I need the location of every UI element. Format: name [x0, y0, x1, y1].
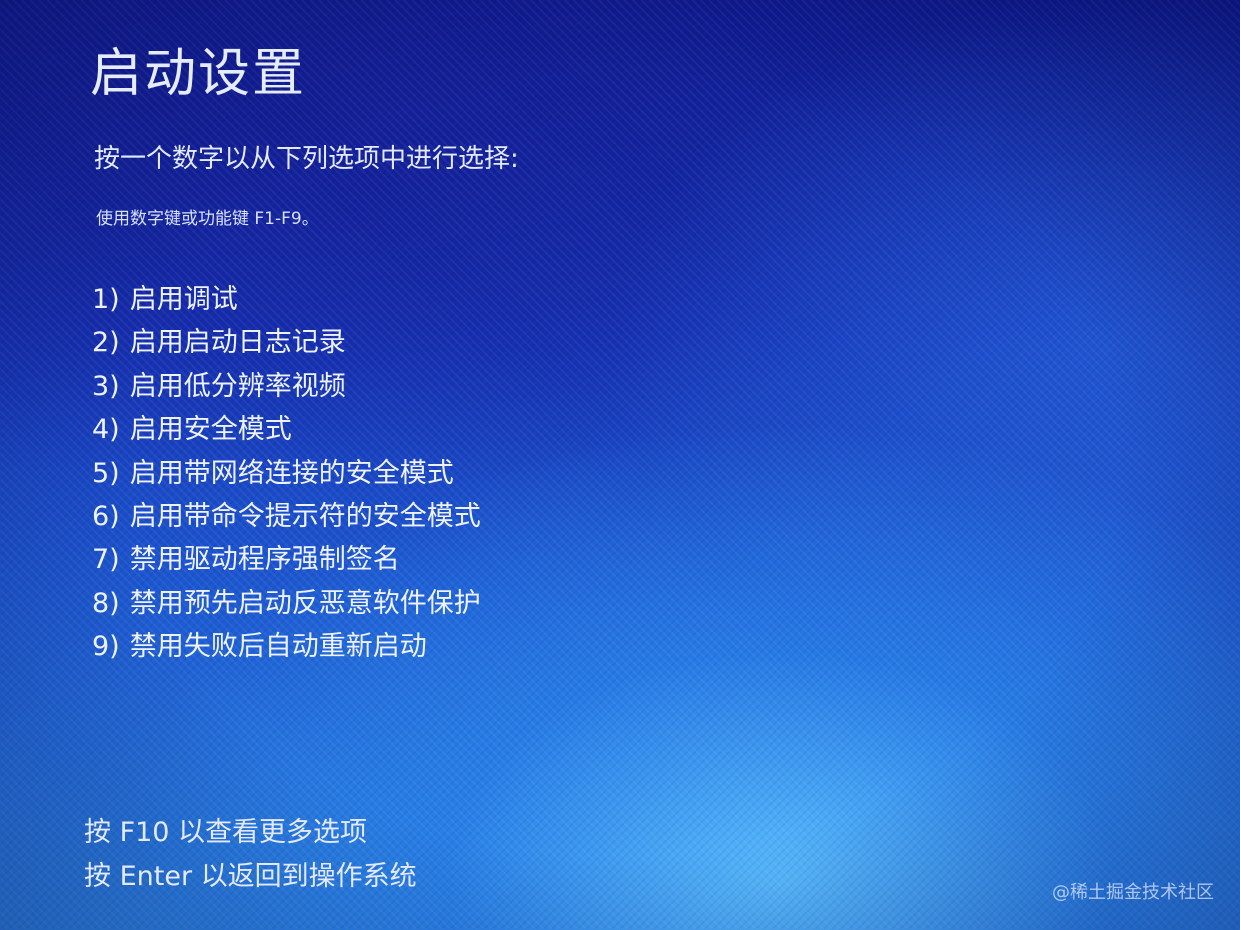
option-enable-safe-mode[interactable]: 4) 启用安全模式: [92, 408, 481, 451]
option-safe-mode-networking[interactable]: 5) 启用带网络连接的安全模式: [92, 452, 481, 495]
option-label: 启用低分辨率视频: [129, 370, 346, 402]
boot-settings-screen: { "title": "启动设置", "prompt": "按一个数字以从下列选…: [0, 0, 1240, 930]
option-disable-early-antimalware[interactable]: 8) 禁用预先启动反恶意软件保护: [92, 582, 481, 625]
more-options-instruction[interactable]: 按 F10 以查看更多选项: [84, 811, 417, 855]
option-label: 禁用失败后自动重新启动: [129, 631, 427, 663]
option-number: 8): [92, 587, 120, 619]
return-to-os-instruction[interactable]: 按 Enter 以返回到操作系统: [84, 855, 417, 899]
keyboard-hint: 使用数字键或功能键 F1-F9。: [96, 209, 319, 229]
option-number: 9): [92, 631, 120, 663]
option-label: 启用带命令提示符的安全模式: [129, 501, 481, 533]
option-number: 2): [92, 327, 120, 359]
option-number: 6): [92, 501, 120, 533]
option-number: 5): [92, 457, 120, 489]
option-safe-mode-command-prompt[interactable]: 6) 启用带命令提示符的安全模式: [92, 495, 481, 538]
watermark: @稀土掘金技术社区: [1052, 882, 1214, 903]
option-enable-boot-logging[interactable]: 2) 启用启动日志记录: [92, 321, 481, 364]
option-label: 启用安全模式: [129, 414, 292, 446]
option-label: 启用启动日志记录: [129, 327, 346, 359]
selection-prompt: 按一个数字以从下列选项中进行选择:: [94, 144, 519, 174]
option-label: 禁用预先启动反恶意软件保护: [129, 587, 481, 619]
option-number: 3): [92, 370, 120, 402]
option-number: 7): [92, 544, 120, 576]
option-enable-debugging[interactable]: 1) 启用调试: [92, 278, 481, 321]
option-enable-low-resolution-video[interactable]: 3) 启用低分辨率视频: [92, 365, 481, 408]
boot-settings-panel: 启动设置 按一个数字以从下列选项中进行选择: 使用数字键或功能键 F1-F9。 …: [90, 38, 1190, 662]
option-label: 禁用驱动程序强制签名: [129, 544, 400, 576]
option-label: 启用带网络连接的安全模式: [129, 457, 454, 489]
option-number: 4): [92, 414, 120, 446]
startup-options-list: 1) 启用调试 2) 启用启动日志记录 3) 启用低分辨率视频 4) 启用安全模式 5)…: [92, 278, 481, 669]
option-disable-driver-signature[interactable]: 7) 禁用驱动程序强制签名: [92, 538, 481, 581]
option-disable-auto-restart[interactable]: 9) 禁用失败后自动重新启动: [92, 625, 481, 668]
page-title: 启动设置: [90, 44, 307, 104]
option-label: 启用调试: [129, 284, 238, 315]
footer-instructions: 按 F10 以查看更多选项 按 Enter 以返回到操作系统: [84, 811, 417, 899]
option-number: 1): [92, 284, 120, 315]
